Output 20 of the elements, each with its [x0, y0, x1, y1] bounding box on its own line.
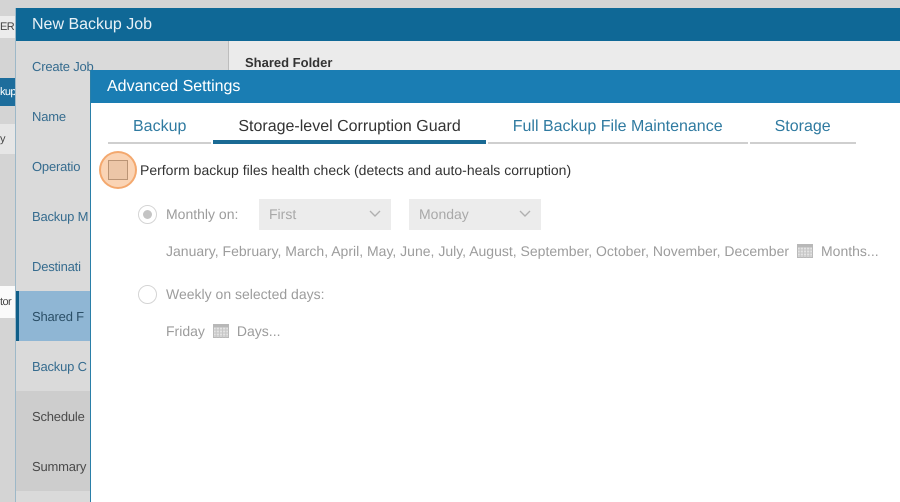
text-fragment: y	[0, 133, 5, 145]
selection-summary: Friday	[166, 323, 205, 339]
caret-icon	[519, 210, 531, 218]
caret-icon	[369, 210, 381, 218]
window-title: New Backup Job	[16, 8, 900, 41]
checkbox[interactable]	[108, 160, 128, 180]
radio-label: Weekly on selected days:	[166, 286, 324, 302]
dialog-title: Advanced Settings	[91, 70, 900, 103]
radio-label: Monthly on:	[166, 206, 240, 222]
text-fragment: ER	[0, 21, 14, 33]
tab[interactable]: Storage	[750, 113, 856, 144]
tab[interactable]: Backup	[108, 113, 212, 144]
selection-summary: January, February, March, April, May, June, July, August, September, October, November, December	[166, 243, 790, 259]
text-fragment: tor	[0, 296, 12, 308]
calendar-icon	[212, 324, 229, 338]
tab[interactable]: Full Backup File Maintenance	[488, 113, 748, 144]
tab[interactable]: Storage-level Corruption Guard	[213, 113, 486, 144]
calendar-icon	[797, 244, 814, 258]
checkbox-label: Perform backup files health check (detects and auto-heals corruption)	[140, 162, 572, 178]
section-title: Shared Folder	[245, 55, 332, 70]
